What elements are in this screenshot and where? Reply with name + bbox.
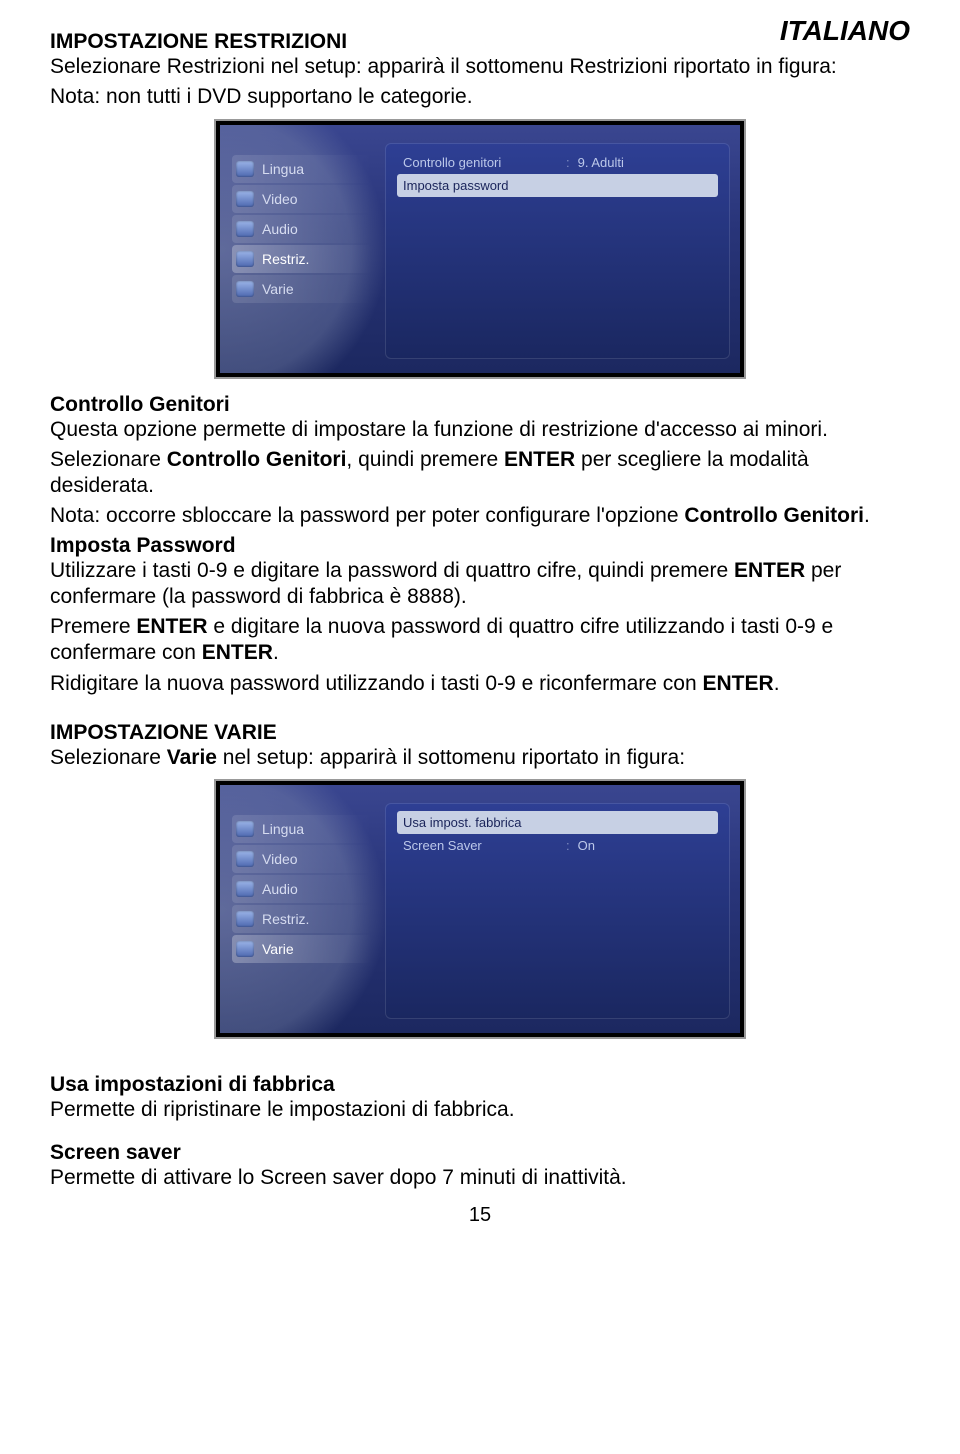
menu-item-label: Lingua bbox=[262, 161, 304, 177]
menu-item-label: Varie bbox=[262, 281, 294, 297]
settings-panel: Usa impost. fabbrica Screen Saver : On bbox=[385, 803, 730, 1019]
menu-item-label: Varie bbox=[262, 941, 294, 957]
setting-value: On bbox=[578, 838, 595, 853]
menu-item-label: Audio bbox=[262, 881, 298, 897]
audio-icon bbox=[236, 221, 254, 237]
setting-row-factory[interactable]: Usa impost. fabbrica bbox=[397, 811, 718, 834]
menu-item-varie[interactable]: Varie bbox=[232, 275, 372, 303]
setting-label: Usa impost. fabbrica bbox=[403, 815, 558, 830]
factory-reset-desc: Permette di ripristinare le impostazioni… bbox=[50, 1097, 910, 1123]
video-icon bbox=[236, 191, 254, 207]
menu-item-audio[interactable]: Audio bbox=[232, 215, 372, 243]
menu-item-video[interactable]: Video bbox=[232, 845, 372, 873]
screenshot-restrictions: Lingua Video Audio Restriz. Varie bbox=[214, 119, 746, 379]
parental-control-instr: Selezionare Controllo Genitori, quindi p… bbox=[50, 447, 910, 500]
setting-label: Controllo genitori bbox=[403, 155, 558, 170]
section-restrictions-intro: Selezionare Restrizioni nel setup: appar… bbox=[50, 54, 910, 80]
screen-saver-title: Screen saver bbox=[50, 1141, 910, 1165]
separator: : bbox=[566, 155, 570, 170]
menu-item-label: Audio bbox=[262, 221, 298, 237]
misc-icon bbox=[236, 281, 254, 297]
setting-row-password[interactable]: Imposta password bbox=[397, 174, 718, 197]
globe-icon bbox=[236, 161, 254, 177]
page-number: 15 bbox=[50, 1204, 910, 1227]
set-password-l1: Utilizzare i tasti 0-9 e digitare la pas… bbox=[50, 558, 910, 611]
parental-control-note: Nota: occorre sbloccare la password per … bbox=[50, 503, 910, 529]
set-password-title: Imposta Password bbox=[50, 534, 910, 558]
section-varie-title: IMPOSTAZIONE VARIE bbox=[50, 721, 910, 745]
lock-icon bbox=[236, 911, 254, 927]
setting-row-screensaver[interactable]: Screen Saver : On bbox=[397, 834, 718, 857]
menu-item-label: Restriz. bbox=[262, 911, 309, 927]
parental-control-desc: Questa opzione permette di impostare la … bbox=[50, 417, 910, 443]
parental-control-title: Controllo Genitori bbox=[50, 393, 910, 417]
lock-icon bbox=[236, 251, 254, 267]
menu-item-label: Video bbox=[262, 191, 298, 207]
menu-item-video[interactable]: Video bbox=[232, 185, 372, 213]
set-password-l2: Premere ENTER e digitare la nuova passwo… bbox=[50, 614, 910, 667]
screen-saver-desc: Permette di attivare lo Screen saver dop… bbox=[50, 1165, 910, 1191]
menu-item-restriz[interactable]: Restriz. bbox=[232, 245, 372, 273]
setting-row-parental[interactable]: Controllo genitori : 9. Adulti bbox=[397, 151, 718, 174]
menu-item-label: Lingua bbox=[262, 821, 304, 837]
separator: : bbox=[566, 838, 570, 853]
section-restrictions-note: Nota: non tutti i DVD supportano le cate… bbox=[50, 84, 910, 110]
section-varie-intro: Selezionare Varie nel setup: apparirà il… bbox=[50, 745, 910, 771]
menu-item-label: Restriz. bbox=[262, 251, 309, 267]
factory-reset-title: Usa impostazioni di fabbrica bbox=[50, 1073, 910, 1097]
screenshot-varie: Lingua Video Audio Restriz. Varie bbox=[214, 779, 746, 1039]
set-password-l3: Ridigitare la nuova password utilizzando… bbox=[50, 671, 910, 697]
menu-item-varie[interactable]: Varie bbox=[232, 935, 372, 963]
menu-item-restriz[interactable]: Restriz. bbox=[232, 905, 372, 933]
globe-icon bbox=[236, 821, 254, 837]
misc-icon bbox=[236, 941, 254, 957]
menu-item-lingua[interactable]: Lingua bbox=[232, 815, 372, 843]
settings-panel: Controllo genitori : 9. Adulti Imposta p… bbox=[385, 143, 730, 359]
video-icon bbox=[236, 851, 254, 867]
menu-item-audio[interactable]: Audio bbox=[232, 875, 372, 903]
setting-value: 9. Adulti bbox=[578, 155, 624, 170]
doc-language-label: ITALIANO bbox=[780, 15, 910, 47]
audio-icon bbox=[236, 881, 254, 897]
menu-item-lingua[interactable]: Lingua bbox=[232, 155, 372, 183]
setting-label: Imposta password bbox=[403, 178, 558, 193]
setting-label: Screen Saver bbox=[403, 838, 558, 853]
menu-item-label: Video bbox=[262, 851, 298, 867]
